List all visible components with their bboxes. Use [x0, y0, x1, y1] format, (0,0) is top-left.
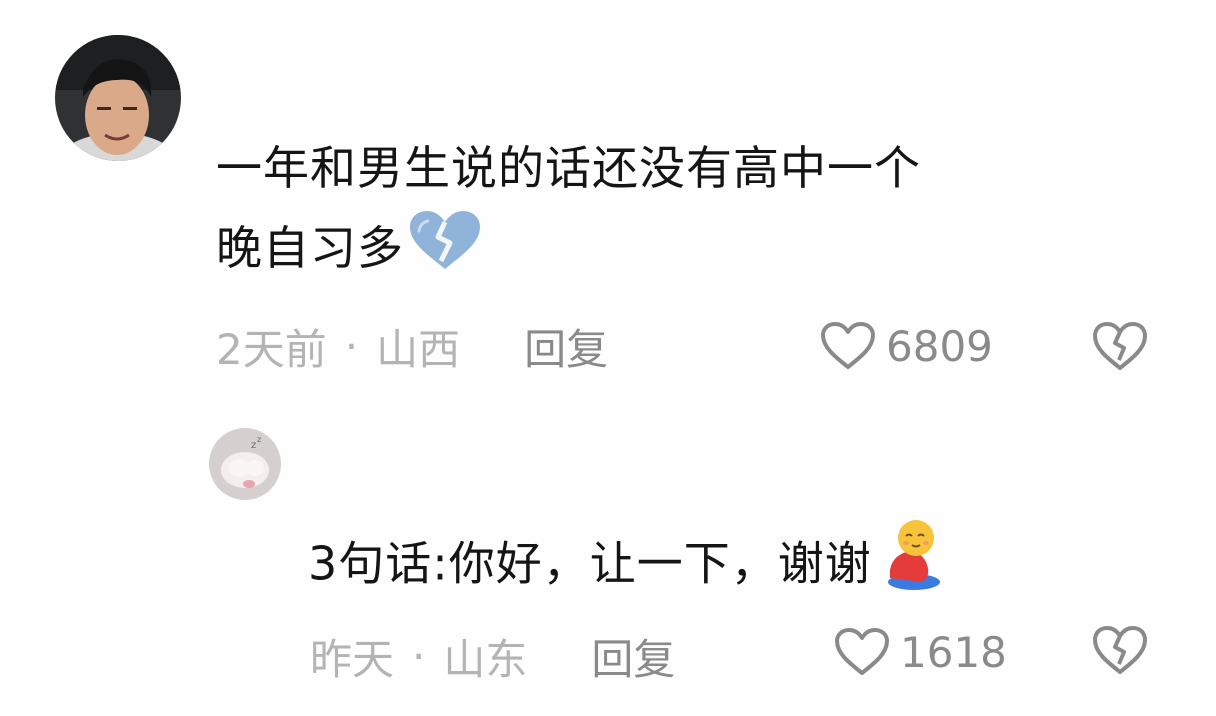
heart-icon: [835, 628, 889, 675]
avatar-photo: z z: [209, 428, 281, 500]
reply-button[interactable]: 回复: [524, 316, 608, 377]
heart-icon: [821, 322, 875, 369]
like-button[interactable]: 6809: [820, 316, 993, 376]
broken-heart-outline-icon: [1093, 626, 1147, 674]
bowing-person-icon: [876, 518, 942, 616]
comment-location: 山西: [376, 324, 461, 374]
meta-separator: ·: [344, 321, 359, 371]
comment-location: 山东: [443, 634, 528, 684]
reply-text-content: 3句话:你好，让一下，谢谢: [308, 536, 872, 591]
avatar-photo: [55, 35, 181, 161]
reply-avatar[interactable]: z z: [209, 428, 281, 500]
comment-meta: 2天前 · 山西 回复: [216, 316, 608, 376]
avatar[interactable]: [55, 35, 181, 161]
reply-button[interactable]: 回复: [591, 626, 675, 687]
svg-text:z: z: [257, 435, 261, 444]
dislike-button[interactable]: [1092, 318, 1148, 374]
comment-time: 2天前: [216, 324, 327, 374]
like-count: 6809: [886, 321, 993, 371]
reply-meta: 昨天 · 山东 回复: [310, 626, 675, 686]
broken-heart-icon: [408, 209, 482, 295]
broken-heart-outline-icon: [1093, 322, 1147, 370]
like-button[interactable]: 1618: [834, 622, 1007, 682]
comment-text-line2: 晚自习多: [216, 221, 404, 275]
dislike-button[interactable]: [1092, 622, 1148, 678]
comment-text: 一年和男生说的话还没有高中一个 晚自习多: [216, 128, 921, 295]
comment-time: 昨天: [310, 634, 395, 684]
reply-text: 3句话:你好，让一下，谢谢: [308, 518, 942, 616]
svg-text:z: z: [251, 440, 256, 451]
meta-separator: ·: [412, 631, 426, 681]
comment-text-line: 晚自习多: [216, 208, 921, 295]
like-count: 1618: [900, 627, 1007, 677]
comment-text-line: 一年和男生说的话还没有高中一个: [216, 141, 921, 195]
